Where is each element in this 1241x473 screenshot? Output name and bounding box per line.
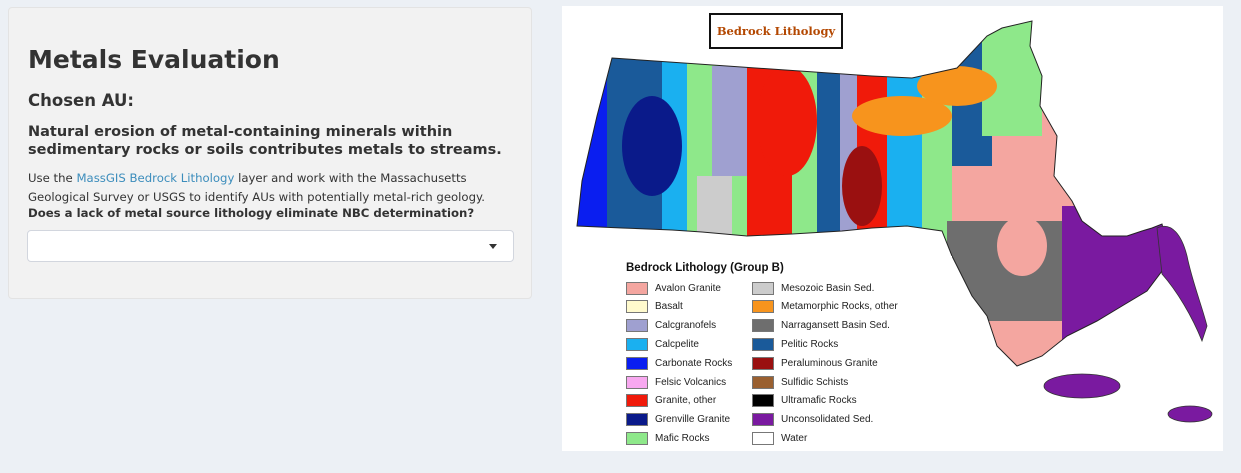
- legend-swatch: [626, 413, 648, 427]
- legend-swatch: [752, 431, 774, 445]
- legend-label: Narragansett Basin Sed.: [781, 320, 890, 332]
- legend-swatch: [752, 394, 774, 408]
- legend-swatch: [626, 375, 648, 389]
- legend-item: Granite, other: [626, 394, 716, 408]
- legend-item: Pelitic Rocks: [752, 337, 838, 351]
- legend-item: Calcgranofels: [626, 319, 716, 333]
- legend-item: Avalon Granite: [626, 281, 721, 295]
- legend-item: Water: [752, 431, 807, 445]
- legend-label: Water: [781, 432, 808, 444]
- legend-item: Mesozoic Basin Sed.: [752, 281, 874, 295]
- legend-label: Pelitic Rocks: [781, 338, 839, 350]
- legend-item: Metamorphic Rocks, other: [752, 300, 898, 314]
- nantucket-region: [1167, 405, 1213, 423]
- nbc-select[interactable]: [27, 230, 514, 262]
- legend-item: Sulfidic Schists: [752, 375, 848, 389]
- legend-label: Calcpelite: [655, 338, 699, 350]
- chosen-au-heading: Chosen AU:: [28, 91, 134, 110]
- legend-item: Basalt: [626, 300, 683, 314]
- question-label: Does a lack of metal source lithology el…: [28, 206, 475, 220]
- massgis-link[interactable]: MassGIS Bedrock Lithology: [76, 171, 234, 185]
- legend-item: Unconsolidated Sed.: [752, 413, 873, 427]
- legend-label: Basalt: [655, 301, 683, 313]
- page-title: Metals Evaluation: [28, 45, 280, 74]
- legend-swatch: [626, 394, 648, 408]
- legend-swatch: [752, 281, 774, 295]
- legend-label: Unconsolidated Sed.: [781, 414, 874, 426]
- legend-swatch: [752, 319, 774, 333]
- bedrock-lithology-map: Bedrock Lithology Bedrock Lithology (Gro…: [562, 6, 1223, 451]
- metals-evaluation-panel: Metals Evaluation Chosen AU: Natural ero…: [8, 7, 532, 299]
- legend-label: Avalon Granite: [655, 282, 721, 294]
- legend-label: Grenville Granite: [655, 414, 731, 426]
- legend-swatch: [752, 300, 774, 314]
- legend-item: Peraluminous Granite: [752, 356, 878, 370]
- legend-swatch: [626, 300, 648, 314]
- legend-label: Granite, other: [655, 395, 717, 407]
- cape-cod-region: [1156, 225, 1208, 343]
- legend-item: Carbonate Rocks: [626, 356, 732, 370]
- legend-swatch: [752, 413, 774, 427]
- legend-label: Peraluminous Granite: [781, 357, 878, 369]
- legend-item: Narragansett Basin Sed.: [752, 319, 890, 333]
- instructions-text: Use the MassGIS Bedrock Lithology layer …: [28, 169, 523, 206]
- legend-label: Mesozoic Basin Sed.: [781, 282, 875, 294]
- legend-swatch: [752, 337, 774, 351]
- legend-swatch: [626, 431, 648, 445]
- marthas-vineyard-region: [1043, 373, 1121, 399]
- legend-swatch: [626, 319, 648, 333]
- legend-swatch: [626, 281, 648, 295]
- legend-item: Mafic Rocks: [626, 431, 709, 445]
- legend-swatch: [752, 375, 774, 389]
- legend-label: Sulfidic Schists: [781, 376, 849, 388]
- legend-item: Grenville Granite: [626, 413, 730, 427]
- legend-swatch: [626, 356, 648, 370]
- legend-label: Carbonate Rocks: [655, 357, 733, 369]
- instructions-prefix: Use the: [28, 171, 77, 185]
- legend-item: Felsic Volcanics: [626, 375, 726, 389]
- chevron-down-icon[interactable]: [489, 244, 497, 249]
- au-description: Natural erosion of metal-containing mine…: [28, 124, 502, 158]
- legend-label: Felsic Volcanics: [655, 376, 727, 388]
- legend-label: Ultramafic Rocks: [781, 395, 857, 407]
- legend-item: Calcpelite: [626, 337, 699, 351]
- legend-label: Mafic Rocks: [655, 432, 710, 444]
- legend-item: Ultramafic Rocks: [752, 394, 857, 408]
- legend-swatch: [752, 356, 774, 370]
- legend-label: Calcgranofels: [655, 320, 717, 332]
- legend-title: Bedrock Lithology (Group B): [626, 262, 784, 274]
- legend-label: Metamorphic Rocks, other: [781, 301, 898, 313]
- map-title: Bedrock Lithology: [709, 13, 843, 49]
- legend-swatch: [626, 337, 648, 351]
